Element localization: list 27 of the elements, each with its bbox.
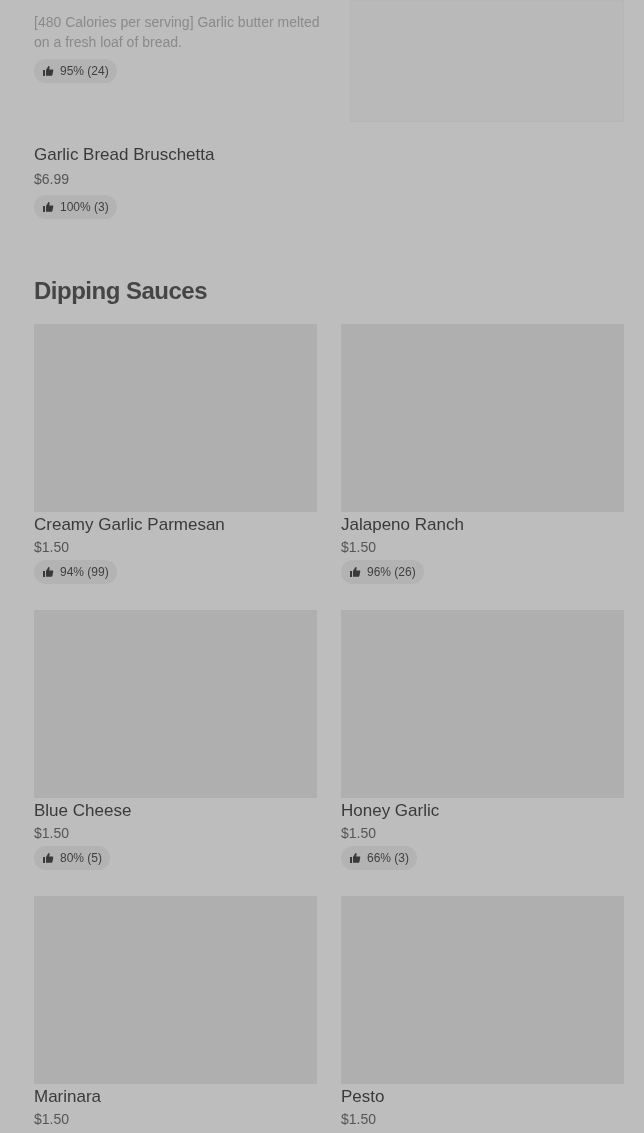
item-price: $1.50 [341, 538, 377, 557]
thumbs-up-icon [349, 852, 361, 864]
item-name: Marinara [34, 1086, 102, 1108]
rating-badge: 100% (3) [34, 195, 117, 219]
item-name: Blue Cheese [34, 800, 132, 822]
rating-badge: 94% (99) [34, 560, 117, 584]
item-name: Pesto [341, 1086, 385, 1108]
item-name: Creamy Garlic Parmesan [34, 514, 225, 536]
rating-badge: 66% (3) [341, 846, 418, 870]
thumbs-up-icon [42, 201, 54, 213]
item-price: $1.50 [34, 538, 70, 557]
item-price: $1.50 [341, 824, 377, 843]
rating-badge: 80% (5) [34, 846, 111, 870]
item-price: $1.50 [34, 1110, 70, 1129]
section-heading: Dipping Sauces [34, 276, 209, 306]
item-name: Garlic Bread Bruschetta [34, 144, 215, 166]
rating-badge: 95% (24) [34, 59, 117, 83]
thumbs-up-icon [42, 852, 54, 864]
thumbs-up-icon [42, 65, 54, 77]
item-price: $1.50 [34, 824, 70, 843]
thumbs-up-icon [42, 566, 54, 578]
item-name: Jalapeno Ranch [341, 514, 464, 536]
rating-badge: 96% (26) [341, 560, 424, 584]
item-price: $1.50 [341, 1110, 377, 1129]
item-name: Honey Garlic [341, 800, 440, 822]
thumbs-up-icon [349, 566, 361, 578]
item-price: $6.99 [34, 170, 70, 189]
